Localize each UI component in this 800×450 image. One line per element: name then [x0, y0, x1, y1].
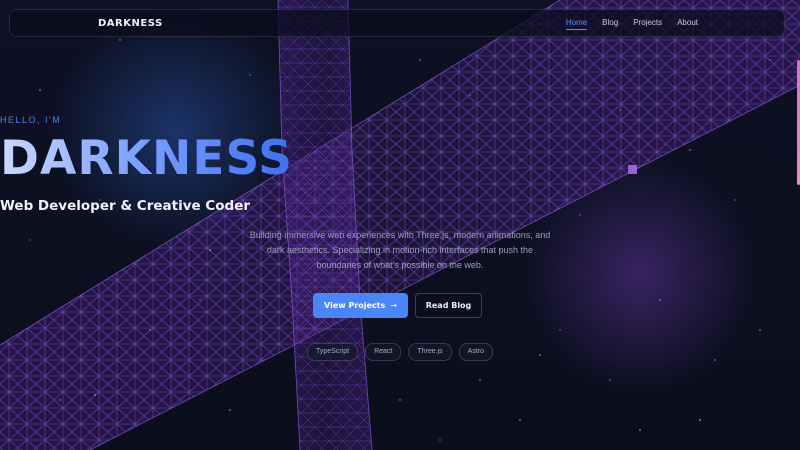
tag-react: React [365, 343, 402, 361]
view-projects-label: View Projects [324, 301, 386, 310]
nav-link-about[interactable]: About [677, 18, 698, 30]
diagonal-wireframe-tube [0, 0, 800, 450]
tag-astro: Astro [458, 343, 493, 361]
hero-page: DARKNESS Home Blog Projects About HELLO,… [0, 0, 800, 450]
nav-link-projects[interactable]: Projects [633, 18, 662, 30]
nav-link-home[interactable]: Home [565, 18, 588, 30]
tag-typescript: TypeScript [306, 343, 359, 361]
top-navbar: DARKNESS Home Blog Projects About [9, 9, 785, 37]
hero-greeting: HELLO, I'M [0, 115, 62, 125]
wireframe-background [0, 0, 800, 450]
read-blog-label: Read Blog [425, 301, 472, 310]
nav-link-blog[interactable]: Blog [602, 18, 618, 30]
tech-tags: TypeScript React Three.js Astro [0, 343, 800, 361]
hero-title: DARKNESS [0, 131, 800, 187]
hero-subtitle: Web Developer & Creative Coder [0, 198, 251, 214]
view-projects-button[interactable]: View Projects → [313, 293, 408, 318]
nav-links: Home Blog Projects About [565, 18, 698, 30]
hero-description: Building immersive web experiences with … [249, 230, 551, 270]
read-blog-button[interactable]: Read Blog [415, 293, 482, 318]
tag-threejs: Three.js [408, 343, 452, 361]
brand-logo[interactable]: DARKNESS [98, 18, 163, 29]
hero-title-text: DARKNESS [0, 131, 294, 186]
arrow-right-icon: → [390, 301, 397, 310]
